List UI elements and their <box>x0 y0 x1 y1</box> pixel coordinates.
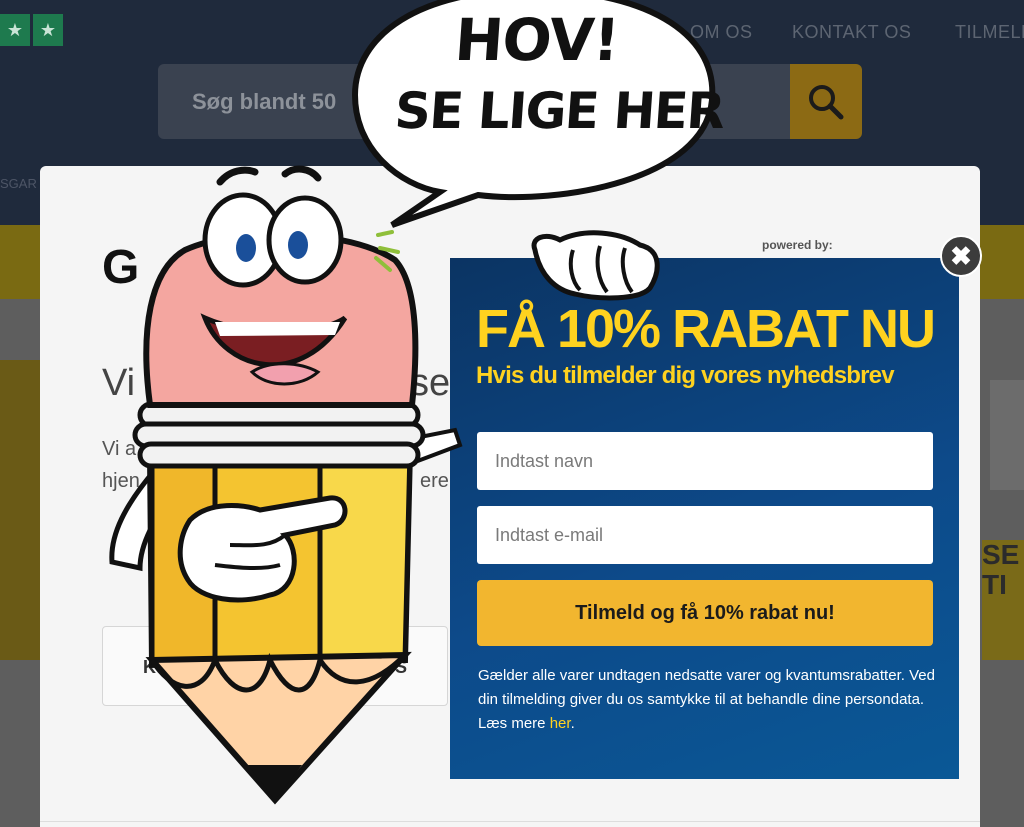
close-button[interactable]: ✖ <box>940 235 982 277</box>
bubble-line1: HOV! <box>452 6 622 74</box>
side-text: SGAR <box>0 176 37 191</box>
modal-heading-end: se <box>410 362 451 404</box>
modal-button-left-label: K <box>143 657 156 677</box>
popup-disclaimer: Gælder alle varer undtagen nedsatte vare… <box>478 664 938 736</box>
popup-subtitle: Hvis du tilmelder dig vores nyhedsbrev <box>476 362 895 389</box>
star-icon: ★ <box>33 14 63 46</box>
modal-body-line2-start: hjen <box>102 470 140 492</box>
subscribe-button[interactable]: Tilmeld og få 10% rabat nu! <box>477 580 933 646</box>
modal-button-right-label: S <box>394 657 407 677</box>
promo-banner-right-top <box>990 380 1024 490</box>
name-input[interactable] <box>477 432 933 490</box>
disclaimer-text: Gælder alle varer undtagen nedsatte vare… <box>478 667 935 732</box>
trustpilot-stars: ★ ★ <box>0 14 63 46</box>
modal-button[interactable]: K S <box>102 626 448 706</box>
modal-body-line1-end: f <box>410 438 416 460</box>
promo-banner-left <box>0 360 42 660</box>
newsletter-popup: FÅ 10% RABAT NU Hvis du tilmelder dig vo… <box>450 258 959 779</box>
popup-title: FÅ 10% RABAT NU <box>476 299 936 359</box>
bubble-line2: SE LIGE HER <box>392 82 726 140</box>
close-icon: ✖ <box>950 240 972 271</box>
email-input[interactable] <box>477 506 933 564</box>
promo-banner-right: SE TI <box>982 540 1024 660</box>
search-button[interactable] <box>790 64 862 139</box>
powered-by-label: powered by: <box>762 238 833 252</box>
read-more-link[interactable]: her <box>550 715 571 732</box>
search-icon <box>809 84 844 119</box>
disclaimer-end: . <box>570 715 575 732</box>
modal-heading-start: Vi <box>102 362 136 404</box>
star-icon: ★ <box>0 14 30 46</box>
modal-logo: G <box>102 241 140 294</box>
nav-link-kontakt-os[interactable]: KONTAKT OS <box>792 22 911 43</box>
nav-link-tilmeld[interactable]: TILMELD <box>955 22 1024 43</box>
modal-divider <box>40 821 980 827</box>
nav-link-om-os[interactable]: OM OS <box>690 22 753 43</box>
modal-body-line1-start: Vi a <box>102 438 137 460</box>
